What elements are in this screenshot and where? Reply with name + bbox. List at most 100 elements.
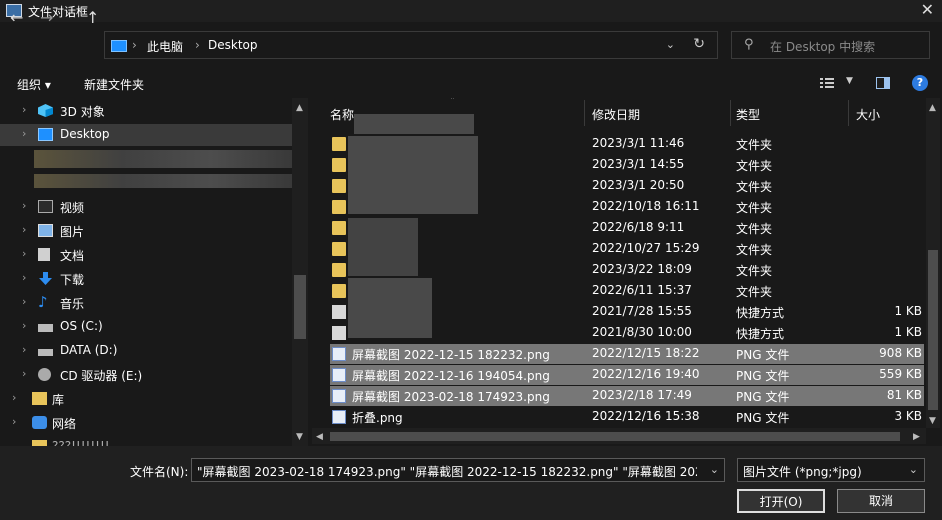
sidebar-item-folder[interactable]: ???!!!!!!!! [0,436,292,446]
column-header-type[interactable]: 类型 [736,106,760,123]
column-header-size[interactable]: 大小 [856,106,880,123]
new-folder-button[interactable]: 新建文件夹 [84,76,144,93]
sidebar-item-pictures[interactable]: › 图片 [0,220,292,242]
file-date: 2023/3/1 11:46 [592,136,685,150]
sidebar-item-videos[interactable]: › 视频 [0,196,292,218]
scroll-left-icon[interactable]: ◀ [316,432,323,442]
file-size: 908 KB [879,346,922,360]
3d-objects-icon [38,104,53,117]
sidebar-item-label: 网络 [52,417,77,431]
forward-button[interactable]: → [40,8,53,27]
address-bar[interactable]: › 此电脑 › Desktop ⌄ ↻ [104,31,718,59]
sidebar-item-3d-objects[interactable]: › 3D 对象 [0,100,292,122]
column-divider[interactable] [730,100,731,126]
chevron-right-icon[interactable]: › [22,367,26,380]
sidebar-item-label: 图片 [60,225,85,239]
chevron-right-icon[interactable]: › [22,295,26,308]
file-date: 2021/7/28 15:55 [592,304,692,318]
search-box[interactable]: ⚲ 在 Desktop 中搜索 [731,31,930,59]
scroll-up-icon[interactable]: ▲ [296,103,303,113]
view-dropdown-icon[interactable]: ▼ [846,76,853,86]
folder-icon [332,242,346,256]
chevron-right-icon[interactable]: › [22,199,26,212]
file-row[interactable]: 2023/3/22 18:09 文件夹 [330,260,924,280]
preview-pane-icon[interactable] [876,77,890,89]
chevron-right-icon[interactable]: › [22,343,26,356]
chevron-right-icon[interactable]: › [22,271,26,284]
file-date: 2022/6/18 9:11 [592,220,685,234]
chevron-right-icon[interactable]: › [12,391,16,404]
sidebar-item-documents[interactable]: › 文档 [0,244,292,266]
sidebar-item-desktop[interactable]: › Desktop [0,124,292,146]
chevron-right-icon[interactable]: › [12,415,16,428]
chevron-down-icon[interactable]: ⌄ [710,463,719,476]
file-row[interactable]: 屏幕截图 2023-02-18 174923.png 2023/2/18 17:4… [330,386,924,406]
sidebar-item-cd-e[interactable]: › CD 驱动器 (E:) [0,364,292,386]
column-header-date[interactable]: 修改日期 [592,106,640,123]
chevron-right-icon[interactable]: › [22,127,26,140]
file-name: 折叠.png [352,411,403,425]
sidebar-item-label: 视频 [60,201,85,215]
refresh-icon[interactable]: ↻ [693,36,705,52]
file-row[interactable]: 折叠.png 2022/12/16 15:38 PNG 文件 3 KB [330,407,924,427]
file-row[interactable]: 2022/6/18 9:11 文件夹 [330,218,924,238]
folder-icon [332,221,346,235]
file-size: 81 KB [886,388,922,402]
file-size: 3 KB [894,409,922,423]
sidebar-item-data-d[interactable]: › DATA (D:) [0,340,292,362]
filename-input[interactable]: "屏幕截图 2023-02-18 174923.png" "屏幕截图 2022-… [191,458,725,482]
file-row[interactable]: 2022/10/27 15:29 文件夹 [330,239,924,259]
organize-menu[interactable]: 组织 ▾ [17,76,51,93]
sidebar-item-os-c[interactable]: › OS (C:) [0,316,292,338]
scroll-right-icon[interactable]: ▶ [913,432,920,442]
help-icon[interactable]: ? [912,75,928,91]
horizontal-scroll-thumb[interactable] [330,432,900,441]
chevron-right-icon[interactable]: › [22,223,26,236]
chevron-right-icon[interactable]: › [22,319,26,332]
file-list-scroll-thumb[interactable] [928,250,938,410]
window-title: 文件对话框 [28,5,89,19]
recent-locations-button[interactable]: ˅ [66,10,72,23]
chevron-down-icon[interactable]: ⌄ [666,38,675,51]
title-bar [0,0,942,22]
blurred-name [354,114,474,134]
sidebar-item-network[interactable]: › 网络 [0,412,292,434]
os-drive-icon [38,324,53,332]
column-divider[interactable] [848,100,849,126]
close-icon[interactable]: ✕ [921,0,934,19]
open-button[interactable]: 打开(O) [737,489,825,513]
sidebar-scroll-thumb[interactable] [294,275,306,339]
scroll-down-icon[interactable]: ▼ [296,432,303,442]
chevron-down-icon[interactable]: ⌄ [909,463,918,476]
chevron-right-icon[interactable]: › [22,103,26,116]
up-button[interactable]: ↑ [86,8,99,27]
file-date: 2022/12/16 15:38 [592,409,700,423]
cancel-button[interactable]: 取消 [837,489,925,513]
file-row[interactable]: 屏幕截图 2022-12-16 194054.png 2022/12/16 19:… [330,365,924,385]
column-divider[interactable] [584,100,585,126]
cd-drive-icon [38,368,51,381]
navigation-pane: › 3D 对象 › Desktop › 视频 › 图片 › 文档 › 下载 › … [0,98,310,446]
breadcrumb-desktop[interactable]: Desktop [208,38,258,52]
network-icon [32,416,47,429]
file-date: 2022/6/11 15:37 [592,283,692,297]
blurred-item [34,174,300,188]
sidebar-item-label: 音乐 [60,297,85,311]
sidebar-item-music[interactable]: › ♪ 音乐 [0,292,292,314]
sidebar-item-downloads[interactable]: › 下载 [0,268,292,290]
column-header-name[interactable]: 名称 [330,106,354,123]
pictures-icon [38,224,53,237]
sidebar-scrollbar[interactable] [292,98,308,446]
scroll-up-icon[interactable]: ▲ [929,103,936,113]
scroll-down-icon[interactable]: ▼ [929,416,936,426]
file-row[interactable]: 屏幕截图 2022-12-15 182232.png 2022/12/15 18:… [330,344,924,364]
file-date: 2022/12/15 18:22 [592,346,700,360]
back-button[interactable]: ← [10,8,23,27]
sidebar-item-libraries[interactable]: › 库 [0,388,292,410]
chevron-right-icon[interactable]: › [22,247,26,260]
view-options-icon[interactable] [820,77,834,89]
file-size: 1 KB [894,325,922,339]
breadcrumb-this-pc[interactable]: 此电脑 [147,38,183,55]
file-type-value: 图片文件 (*png;*jpg) [743,465,862,479]
file-type-select[interactable]: 图片文件 (*png;*jpg) ⌄ [737,458,925,482]
